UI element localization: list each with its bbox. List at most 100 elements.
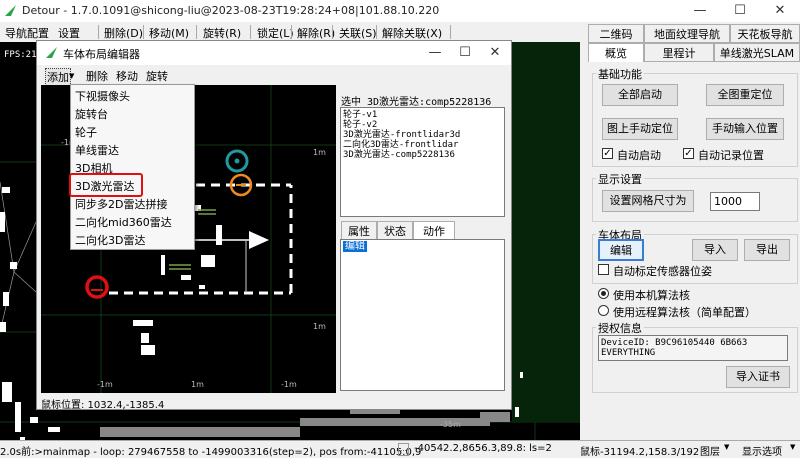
menu-rotate[interactable]: 旋转(R) xyxy=(203,25,241,41)
add-component-menu: 下视摄像头 旋转台 轮子 单线雷达 3D相机 3D激光雷达 同步多2D雷达拼接 … xyxy=(69,84,195,250)
editor-menu-bar: 添加 ▼ 删除 移动 旋转 xyxy=(37,65,511,86)
menu-item-downward-camera[interactable]: 下视摄像头 xyxy=(75,88,130,104)
menu-lock[interactable]: 锁定(L) xyxy=(257,25,294,41)
license-text: EVERYTHING xyxy=(601,348,656,358)
menu-item-sync-2d-lidar[interactable]: 同步多2D雷达拼接 xyxy=(75,196,167,212)
app-icon xyxy=(5,5,16,16)
close-icon[interactable]: ✕ xyxy=(760,0,800,22)
chevron-down-icon: ▼ xyxy=(69,72,75,80)
list-item[interactable]: 3D激光雷达-frontlidar3d xyxy=(343,130,502,140)
list-item[interactable]: 轮子-v2 xyxy=(343,120,502,130)
tab-status[interactable]: 状态 xyxy=(377,221,413,240)
menu-settings[interactable]: 设置 xyxy=(58,25,80,41)
remote-algo-radio[interactable] xyxy=(598,305,609,316)
menu-move[interactable]: 移动(M) xyxy=(149,25,189,41)
manual-locate-button[interactable]: 图上手动定位 xyxy=(602,118,678,140)
edit-layout-button[interactable]: 编辑 xyxy=(598,239,644,261)
menu-item-mid360-lidar[interactable]: 二向化mid360雷达 xyxy=(75,214,172,230)
tab-overview[interactable]: 概览 xyxy=(588,43,644,62)
start-all-button[interactable]: 全部启动 xyxy=(602,84,678,106)
menu-delete[interactable]: 删除(D) xyxy=(104,25,143,41)
selected-component-label: 选中 3D激光雷达:comp5228136 xyxy=(341,97,492,108)
menu-separator xyxy=(98,25,99,39)
display-options-dropdown[interactable]: 显示选项 xyxy=(742,443,782,458)
editor-title: 车体布局编辑器 xyxy=(63,48,140,61)
highlight-box xyxy=(69,173,143,197)
tab-actions[interactable]: 动作 xyxy=(413,221,455,240)
menu-nav-config[interactable]: 导航配置 xyxy=(5,25,49,41)
group-title: 基础功能 xyxy=(596,66,644,82)
set-grid-size-button[interactable]: 设置网格尺寸为 xyxy=(602,190,694,212)
axis-label: 1m xyxy=(313,148,326,157)
menu-separator xyxy=(250,25,251,39)
status-position: -40542.2,8656.3,89.8: ls=2 xyxy=(414,443,552,454)
menu-item-turntable[interactable]: 旋转台 xyxy=(75,106,108,122)
edit-action-item[interactable]: 编辑 xyxy=(343,241,367,252)
status-bar: 2.0s前:>mainmap - loop: 279467558 to -149… xyxy=(0,440,800,458)
import-certificate-button[interactable]: 导入证书 xyxy=(726,366,790,388)
tab-slam[interactable]: 单线激光SLAM xyxy=(714,43,800,62)
tab-ground-texture[interactable]: 地面纹理导航 xyxy=(644,24,730,43)
menu-separator xyxy=(332,25,333,39)
menu-separator xyxy=(450,25,451,39)
group-title: 显示设置 xyxy=(596,171,644,187)
tab-odometer[interactable]: 里程计 xyxy=(644,43,714,62)
more-icon[interactable]: … xyxy=(398,443,409,456)
manual-position-button[interactable]: 手动输入位置 xyxy=(706,118,784,140)
action-panel[interactable]: 编辑 xyxy=(340,239,505,391)
menu-item-wheel[interactable]: 轮子 xyxy=(75,124,97,140)
export-button[interactable]: 导出 xyxy=(744,239,790,261)
status-cursor: 鼠标-31194.2,158.3/192 xyxy=(580,447,700,458)
menu-separator xyxy=(143,25,144,39)
auto-start-checkbox[interactable]: ✓ xyxy=(602,148,613,159)
map-region xyxy=(512,42,580,422)
menu-item-single-lidar[interactable]: 单线雷达 xyxy=(75,142,119,158)
chevron-down-icon: ▼ xyxy=(790,443,796,451)
menu-rotate[interactable]: 旋转 xyxy=(146,68,168,84)
app-icon xyxy=(46,47,57,58)
tab-properties[interactable]: 属性 xyxy=(341,221,377,240)
group-title: 授权信息 xyxy=(596,320,644,336)
minimize-icon[interactable]: — xyxy=(680,0,720,22)
list-item[interactable]: 二向化3D雷达-frontlidar xyxy=(343,140,502,150)
right-panel: 二维码 地面纹理导航 天花板导航 概览 里程计 单线激光SLAM 基础功能 全部… xyxy=(580,22,800,440)
list-item[interactable]: 轮子-v1 xyxy=(343,110,502,120)
auto-record-label: 自动记录位置 xyxy=(698,149,764,162)
auto-record-checkbox[interactable]: ✓ xyxy=(683,148,694,159)
grid-size-input[interactable]: 1000 xyxy=(710,192,760,211)
layer-dropdown[interactable]: 图层 xyxy=(700,443,720,458)
fps-counter: FPS:21 xyxy=(4,50,37,60)
global-relocate-button[interactable]: 全图重定位 xyxy=(706,84,784,106)
license-info-box: DeviceID: B9C96105440 6B663 EVERYTHING xyxy=(598,335,788,361)
close-icon[interactable]: ✕ xyxy=(475,42,515,64)
menu-add[interactable]: 添加 xyxy=(45,68,71,86)
menu-separator xyxy=(291,25,292,39)
menu-item-3d-radar[interactable]: 二向化3D雷达 xyxy=(75,232,145,248)
menu-move[interactable]: 移动 xyxy=(116,68,138,84)
menu-delete[interactable]: 删除 xyxy=(86,68,108,84)
editor-title-bar: 车体布局编辑器 — ☐ ✕ xyxy=(37,41,511,65)
device-id: DeviceID: B9C96105440 6B663 xyxy=(601,338,748,348)
tab-qrcode[interactable]: 二维码 xyxy=(588,24,644,43)
menu-associate[interactable]: 关联(S) xyxy=(339,25,377,41)
remote-algo-label: 使用远程算法核（简单配置） xyxy=(613,306,756,319)
window-title: Detour - 1.7.0.1091@shicong-liu@2023-08-… xyxy=(22,4,440,17)
component-list[interactable]: 轮子-v1 轮子-v2 3D激光雷达-frontlidar3d 二向化3D雷达-… xyxy=(340,107,505,217)
mouse-position: 鼠标位置: 1032.4,-1385.4 xyxy=(41,400,165,411)
tab-ceiling-nav[interactable]: 天花板导航 xyxy=(730,24,800,43)
map-label: -35m xyxy=(440,420,461,429)
menu-separator xyxy=(196,25,197,39)
list-item[interactable]: 3D激光雷达-comp5228136 xyxy=(343,150,502,160)
local-algo-radio[interactable] xyxy=(598,288,609,299)
import-button[interactable]: 导入 xyxy=(692,239,738,261)
chevron-down-icon: ▼ xyxy=(724,443,730,451)
auto-start-label: 自动启动 xyxy=(617,149,661,162)
local-algo-label: 使用本机算法核 xyxy=(613,289,690,302)
menu-disassociate[interactable]: 解除关联(X) xyxy=(382,25,442,41)
axis-label: 1m xyxy=(191,380,204,389)
maximize-icon[interactable]: ☐ xyxy=(720,0,760,22)
axis-label: -1m xyxy=(97,380,113,389)
status-log: 2.0s前:>mainmap - loop: 279467558 to -149… xyxy=(0,447,422,458)
menu-unlock[interactable]: 解除(R) xyxy=(297,25,335,41)
auto-calibrate-checkbox[interactable] xyxy=(598,264,609,275)
